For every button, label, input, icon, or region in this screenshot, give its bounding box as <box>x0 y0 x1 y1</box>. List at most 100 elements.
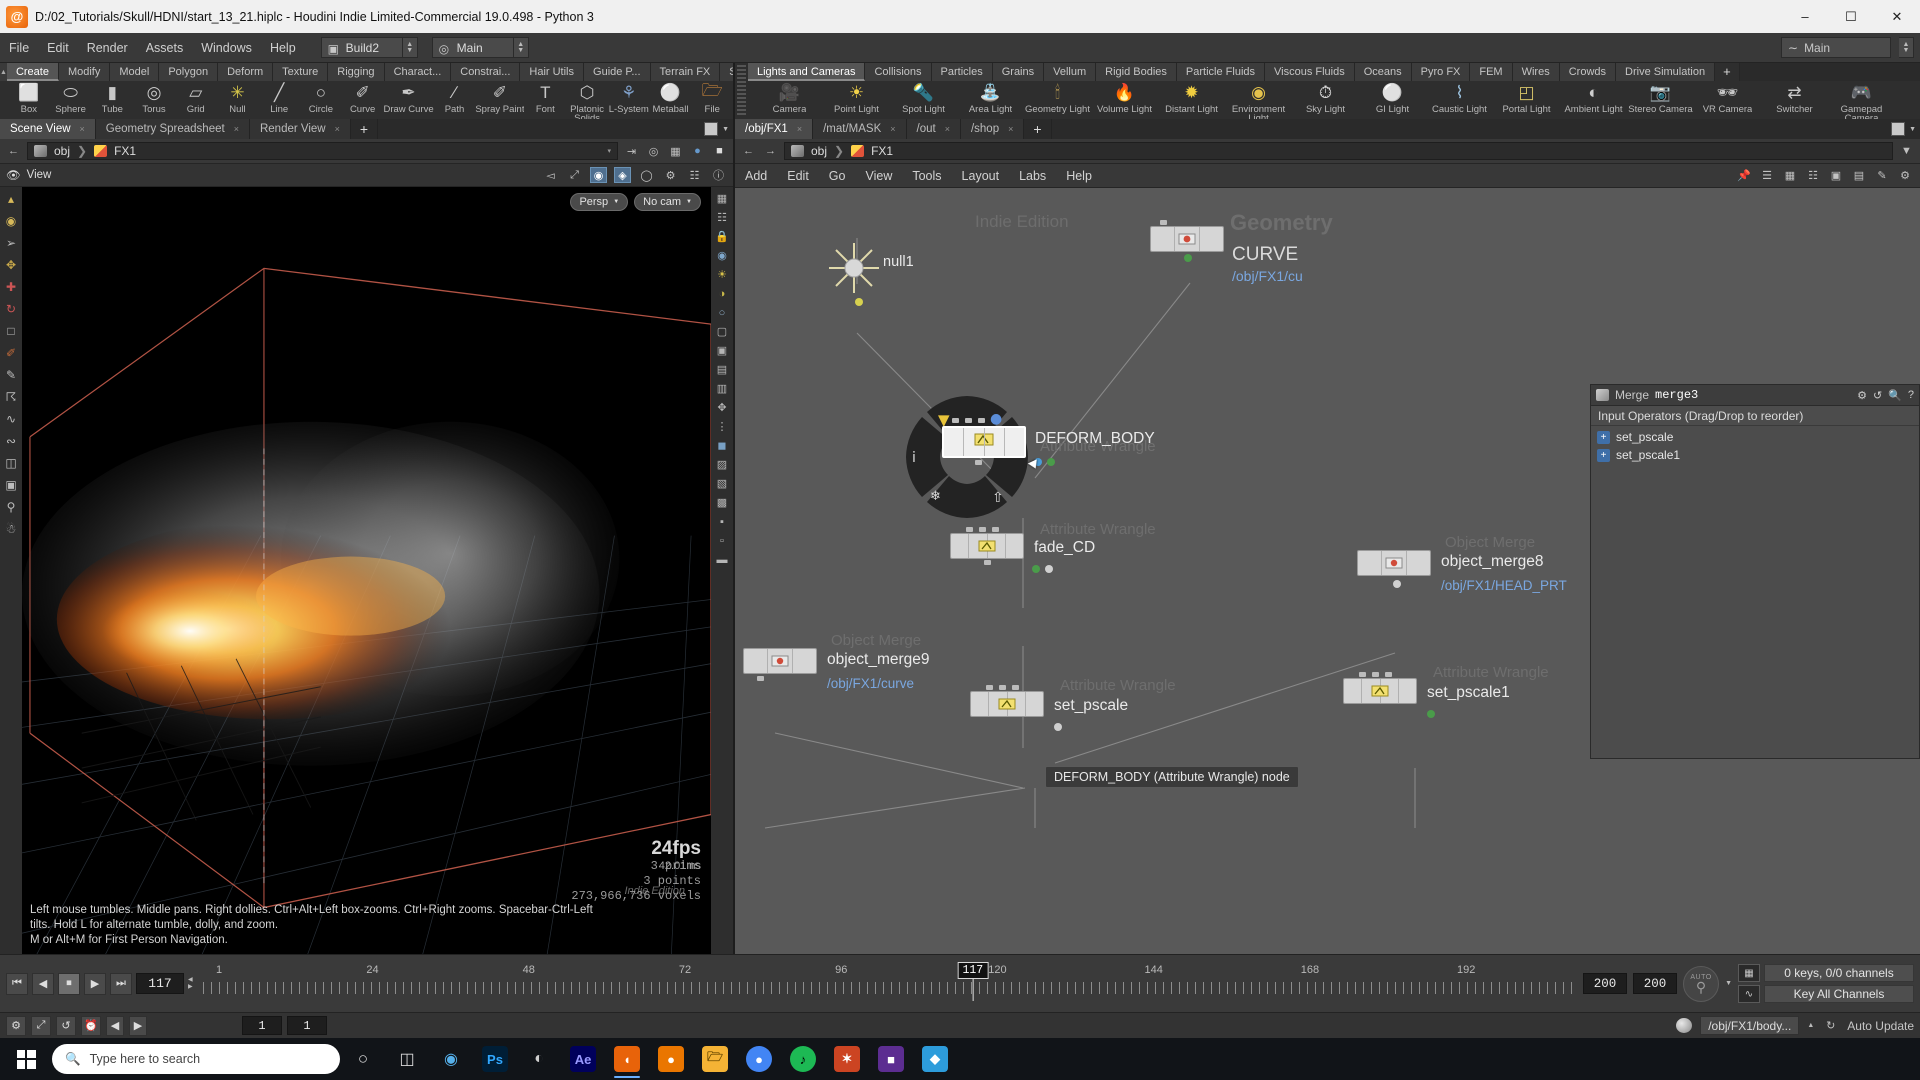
path-back-button[interactable]: ← <box>5 143 22 160</box>
input-port[interactable] <box>986 685 993 690</box>
snap-icon[interactable]: ⤢ <box>566 167 583 183</box>
viewport-layout-icon[interactable]: ▦ <box>714 191 731 206</box>
tool-torus[interactable]: ◎ Torus <box>133 81 175 115</box>
add-input-icon[interactable]: + <box>1597 430 1610 444</box>
tool-point-light[interactable]: ☀ Point Light <box>823 81 890 115</box>
taskbar-app-chrome[interactable]: ● <box>738 1038 780 1080</box>
stop-button[interactable]: ⏹ <box>58 972 80 995</box>
shading-wire-icon[interactable]: ◈ <box>614 167 631 183</box>
tool-sky-light[interactable]: ⏱ Sky Light <box>1292 81 1359 115</box>
material-display-icon[interactable]: ● <box>689 143 706 160</box>
shelf-tab-guide-process[interactable]: Guide P... <box>584 63 651 81</box>
menu-windows[interactable]: Windows <box>192 33 261 63</box>
tool-geometry-light[interactable]: 🕯 Geometry Light <box>1024 81 1091 115</box>
tab-render-view[interactable]: Render View × <box>249 119 351 139</box>
shelf-tab-character[interactable]: Charact... <box>384 63 452 81</box>
shelf-set-selector[interactable]: ◎ Main <box>431 37 514 58</box>
tab-geometry-spreadsheet[interactable]: Geometry Spreadsheet × <box>95 119 250 139</box>
node-curve-box[interactable] <box>1150 226 1224 252</box>
input-port[interactable] <box>1160 220 1167 225</box>
chevron-down-icon[interactable]: ▼ <box>1909 126 1916 133</box>
shelf-tab-hair-utils[interactable]: Hair Utils <box>520 63 585 81</box>
shelf-tab-viscous-fluids[interactable]: Viscous Fluids <box>1265 63 1355 81</box>
node-set-pscale1[interactable]: Attribute Wrangle set_pscale1 <box>1343 664 1549 718</box>
shelf-tab-grains[interactable]: Grains <box>992 63 1045 81</box>
taskbar-app-chrome-alt[interactable]: ◉ <box>430 1038 472 1080</box>
play-button[interactable]: ▶ <box>84 972 106 995</box>
shelf-tab-collisions[interactable]: Collisions <box>865 63 932 81</box>
start-button[interactable] <box>2 1038 50 1080</box>
network-note-icon[interactable]: ✎ <box>1873 167 1891 184</box>
tool-platonic-solids[interactable]: ⬡ Platonic Solids <box>566 81 608 120</box>
shelf-tab-rigging[interactable]: Rigging <box>328 63 385 81</box>
tool-environment-light[interactable]: ◉ Environment Light <box>1225 81 1292 120</box>
output-port[interactable] <box>975 460 982 465</box>
tab-geometry-spreadsheet-close[interactable]: × <box>234 119 239 139</box>
viewport-persp-selector[interactable]: Persp ▼ <box>570 193 629 211</box>
network-grid-icon[interactable]: ▦ <box>1781 167 1799 184</box>
timeline-snap-icon[interactable]: ⤢ <box>31 1015 51 1036</box>
network-color-icon[interactable]: ▤ <box>1850 167 1868 184</box>
tool-ambient-light[interactable]: ◐ Ambient Light <box>1560 81 1627 115</box>
shelf-tab-rigid-bodies[interactable]: Rigid Bodies <box>1096 63 1177 81</box>
taskbar-app-spotify[interactable]: ♪ <box>782 1038 824 1080</box>
minimize-button[interactable]: – <box>1782 0 1828 33</box>
shelf-tab-create[interactable]: Create <box>6 63 59 81</box>
viewport-help-icon[interactable]: ⓘ <box>710 167 727 183</box>
target-icon[interactable]: ◎ <box>645 143 662 160</box>
tab-shop[interactable]: /shop × <box>960 119 1025 139</box>
viewport-shadow-icon[interactable]: ◑ <box>714 286 731 301</box>
move-tool-icon[interactable]: ✚ <box>3 279 20 295</box>
menu-render[interactable]: Render <box>78 33 137 63</box>
netmenu-labs[interactable]: Labs <box>1009 164 1056 188</box>
goto-end-button[interactable]: ⏭ <box>110 972 132 995</box>
taskbar-app-houdini[interactable]: ◖ <box>606 1038 648 1080</box>
tool-null[interactable]: ✳ Null <box>217 81 259 115</box>
shelf-right-add-tab[interactable]: + <box>1715 63 1740 81</box>
maximize-button[interactable]: ☐ <box>1828 0 1874 33</box>
shelf-tab-polygon[interactable]: Polygon <box>159 63 219 81</box>
menu-help[interactable]: Help <box>261 33 305 63</box>
viewport-wire-icon[interactable]: ▤ <box>714 362 731 377</box>
tool-tube[interactable]: ▮ Tube <box>91 81 133 115</box>
shelf-tab-texture[interactable]: Texture <box>273 63 329 81</box>
shelf-tab-drive-simulation[interactable]: Drive Simulation <box>1616 63 1716 81</box>
viewport-settings-icon[interactable]: ☷ <box>686 167 703 183</box>
keyframe-next-icon[interactable]: ▶ <box>129 1015 147 1036</box>
viewport-volume-icon[interactable]: ▨ <box>714 457 731 472</box>
tool-camera[interactable]: 🎥 Camera <box>756 81 823 115</box>
shelf-tab-modify[interactable]: Modify <box>58 63 111 81</box>
tab-render-view-close[interactable]: × <box>335 119 340 139</box>
select-tool-icon[interactable]: ➢ <box>3 235 20 251</box>
shading-smooth-icon[interactable]: ◉ <box>590 167 607 183</box>
gear-icon[interactable]: ⚙ <box>1857 389 1867 402</box>
input-port[interactable] <box>1372 672 1379 677</box>
timeline-playhead[interactable]: 117 <box>957 961 989 1001</box>
input-port[interactable] <box>978 418 985 423</box>
shelf-tab-crowds[interactable]: Crowds <box>1559 63 1617 81</box>
tab-shop-close[interactable]: × <box>1008 119 1013 139</box>
range-end-field[interactable]: 200 <box>1583 973 1628 994</box>
netmenu-add[interactable]: Add <box>735 164 777 188</box>
viewport-material-icon[interactable]: ▣ <box>714 343 731 358</box>
global-end-field[interactable]: 200 <box>1633 973 1678 994</box>
netmenu-go[interactable]: Go <box>819 164 856 188</box>
viewport-lock-icon[interactable]: 🔒 <box>714 229 731 244</box>
menu-edit[interactable]: Edit <box>38 33 78 63</box>
desktop-selector[interactable]: ▣ Build2 <box>320 37 403 58</box>
viewport-guide-icon[interactable]: ▩ <box>714 495 731 510</box>
node-deform-body-box[interactable] <box>942 426 1026 458</box>
timeline-settings-icon[interactable]: ⚙ <box>6 1015 26 1036</box>
current-frame-field[interactable]: 117 <box>136 973 184 994</box>
measure-tool-icon[interactable]: ◫ <box>3 455 20 471</box>
tool-switcher[interactable]: ⇄ Switcher <box>1761 81 1828 115</box>
pane-layout-icon[interactable] <box>704 122 719 136</box>
display-flag[interactable] <box>1427 710 1435 718</box>
chevron-down-icon[interactable]: ▼ <box>722 126 729 133</box>
network-snapshot-icon[interactable]: ▣ <box>1827 167 1845 184</box>
merge-input-row[interactable]: + set_pscale1 <box>1591 446 1919 464</box>
viewport-3d[interactable]: Persp ▼ No cam ▼ 24fps 42.01ms 3 prims 3… <box>22 187 711 954</box>
network-canvas[interactable]: Indie Edition null1 Geometry CURVE /obj/… <box>735 188 1920 954</box>
viewport-more-icon[interactable]: ▬ <box>714 552 731 567</box>
path-dropdown-icon[interactable]: ▾ <box>607 147 611 155</box>
